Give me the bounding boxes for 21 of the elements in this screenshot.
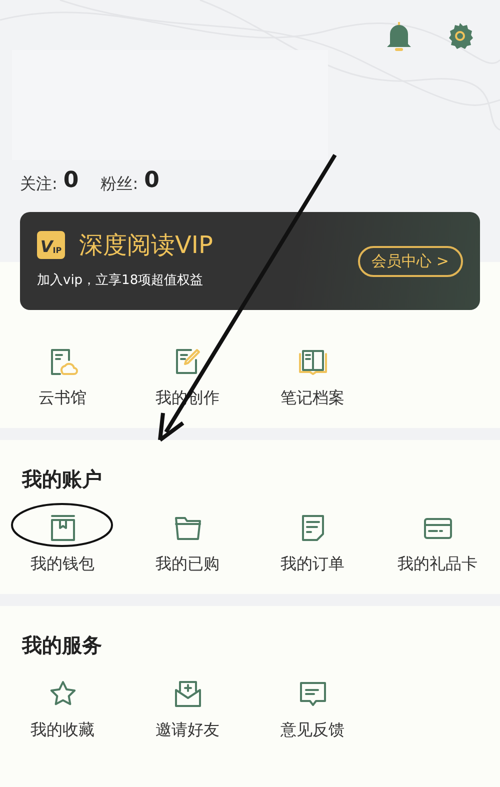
menu-item[interactable]: 我的订单 (250, 508, 375, 580)
section-title: 我的账户 (20, 466, 103, 493)
menu-item[interactable]: 邀请好友 (125, 674, 250, 746)
vip-subtitle: 加入vip，立享18项超值权益 (37, 272, 204, 290)
following-count: 0 (63, 167, 79, 195)
menu-item[interactable]: 我的已购 (125, 508, 250, 580)
vip-icon: VIP (37, 231, 65, 259)
vip-title: 深度阅读VIP (79, 230, 213, 261)
member-center-button[interactable]: 会员中心 > (358, 246, 463, 277)
menu-item[interactable]: 我的钱包 (0, 508, 125, 580)
menu-item[interactable]: 我的礼品卡 (375, 508, 500, 580)
followers-label: 粉丝: (100, 173, 138, 195)
menu-item[interactable]: 笔记档案 (250, 342, 375, 414)
following-label: 关注: (20, 173, 58, 195)
menu-item[interactable]: 意见反馈 (250, 674, 375, 746)
menu-item[interactable]: 云书馆 (0, 342, 125, 414)
menu-item[interactable]: 我的收藏 (0, 674, 125, 746)
section-title: 我的服务 (20, 632, 103, 659)
bell-icon[interactable] (386, 22, 412, 52)
settings-icon[interactable] (446, 22, 474, 50)
followers-count: 0 (144, 167, 160, 195)
